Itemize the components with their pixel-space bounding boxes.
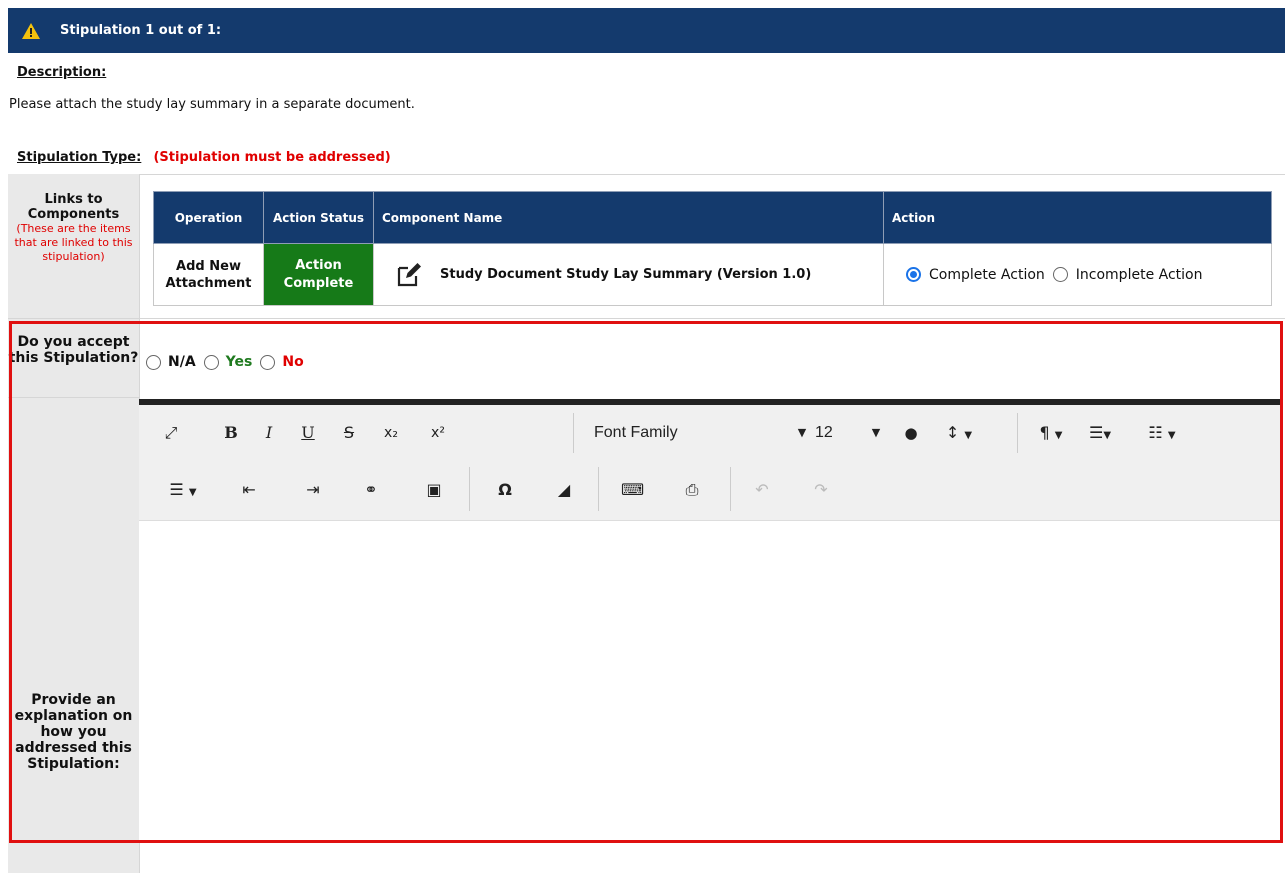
col-action-status: Action Status: [263, 191, 374, 244]
description-text: Please attach the study lay summary in a…: [9, 97, 415, 112]
incomplete-action-label: Incomplete Action: [1075, 266, 1203, 283]
stipulation-type-label: Stipulation Type:: [17, 150, 142, 165]
action-status-badge: Action Complete: [263, 243, 374, 306]
component-name-link[interactable]: Study Document Study Lay Summary (Versio…: [440, 267, 811, 283]
highlight-box: [9, 321, 1283, 843]
stipulation-requirement: (Stipulation must be addressed): [153, 150, 391, 165]
table-row: Add New Attachment Action Complete Study…: [153, 243, 1272, 306]
col-operation: Operation: [153, 191, 264, 244]
links-to-components-label: Links to Components (These are the items…: [8, 192, 139, 264]
component-name-cell: Study Document Study Lay Summary (Versio…: [373, 243, 884, 306]
complete-action-label: Complete Action: [929, 266, 1045, 283]
description-label: Description:: [17, 65, 107, 80]
col-component-name: Component Name: [373, 191, 884, 244]
operation-cell: Add New Attachment: [153, 243, 264, 306]
action-cell: Complete Action Incomplete Action: [883, 243, 1272, 306]
edit-icon[interactable]: [396, 262, 422, 288]
complete-action-radio[interactable]: [906, 267, 921, 282]
stipulation-header: Stipulation 1 out of 1:: [8, 8, 1285, 53]
table-header-row: Operation Action Status Component Name A…: [153, 191, 1272, 244]
stipulation-header-title: Stipulation 1 out of 1:: [60, 23, 222, 38]
col-action: Action: [883, 191, 1272, 244]
stipulation-type: Stipulation Type: (Stipulation must be a…: [17, 150, 391, 165]
components-table: Operation Action Status Component Name A…: [153, 191, 1272, 306]
divider: [8, 174, 1285, 175]
links-label-main: Links to Components: [27, 192, 120, 222]
divider: [8, 318, 1285, 319]
incomplete-action-radio[interactable]: [1052, 267, 1068, 282]
warning-icon: [22, 22, 40, 39]
links-label-note: (These are the items that are linked to …: [14, 222, 133, 263]
